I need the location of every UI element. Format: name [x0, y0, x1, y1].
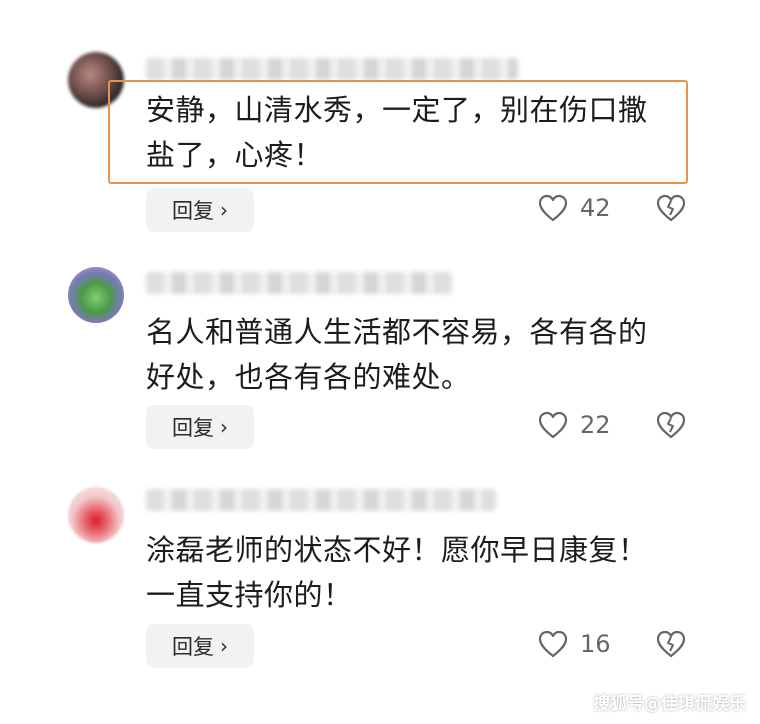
- chevron-right-icon: ›: [220, 198, 228, 222]
- dislike-button[interactable]: [656, 630, 686, 662]
- comment-text: 安静，山清水秀，一定了，别在伤口撒 盐了，心疼！: [146, 88, 686, 178]
- like-count: 22: [580, 411, 611, 439]
- heart-icon: [538, 194, 568, 222]
- comment-text: 名人和普通人生活都不容易，各有各的 好处，也各有各的难处。: [146, 310, 686, 400]
- username-blurred[interactable]: [146, 272, 452, 294]
- comment-text-line: 好处，也各有各的难处。: [146, 360, 471, 394]
- comment-text-line: 名人和普通人生活都不容易，各有各的: [146, 315, 648, 349]
- watermark: 搜狐号@佳琪侃娱乐: [593, 694, 746, 714]
- chevron-right-icon: ›: [220, 415, 228, 439]
- comment-text-line: 涂磊老师的状态不好！愿你早日康复！: [146, 533, 648, 567]
- reply-button[interactable]: 回复 ›: [146, 624, 254, 668]
- like-button[interactable]: 16: [538, 630, 611, 658]
- broken-heart-icon: [656, 630, 686, 658]
- like-button[interactable]: 42: [538, 194, 611, 222]
- like-button[interactable]: 22: [538, 411, 611, 439]
- comment-text-line: 安静，山清水秀，一定了，别在伤口撒: [146, 93, 648, 127]
- heart-icon: [538, 630, 568, 658]
- reply-label: 回复: [172, 635, 214, 659]
- chevron-right-icon: ›: [220, 634, 228, 658]
- reply-label: 回复: [172, 199, 214, 223]
- reply-button[interactable]: 回复 ›: [146, 188, 254, 232]
- username-blurred[interactable]: [146, 489, 496, 511]
- reply-label: 回复: [172, 416, 214, 440]
- heart-icon: [538, 411, 568, 439]
- broken-heart-icon: [656, 194, 686, 222]
- username-blurred[interactable]: [146, 58, 518, 80]
- reply-button[interactable]: 回复 ›: [146, 405, 254, 449]
- dislike-button[interactable]: [656, 411, 686, 443]
- like-count: 42: [580, 194, 611, 222]
- comment-text-line: 一直支持你的！: [146, 578, 353, 612]
- comment-text-line: 盐了，心疼！: [146, 138, 324, 172]
- like-count: 16: [580, 630, 611, 658]
- broken-heart-icon: [656, 411, 686, 439]
- avatar[interactable]: [68, 267, 124, 323]
- dislike-button[interactable]: [656, 194, 686, 226]
- avatar[interactable]: [68, 487, 124, 543]
- comment-text: 涂磊老师的状态不好！愿你早日康复！ 一直支持你的！: [146, 528, 686, 618]
